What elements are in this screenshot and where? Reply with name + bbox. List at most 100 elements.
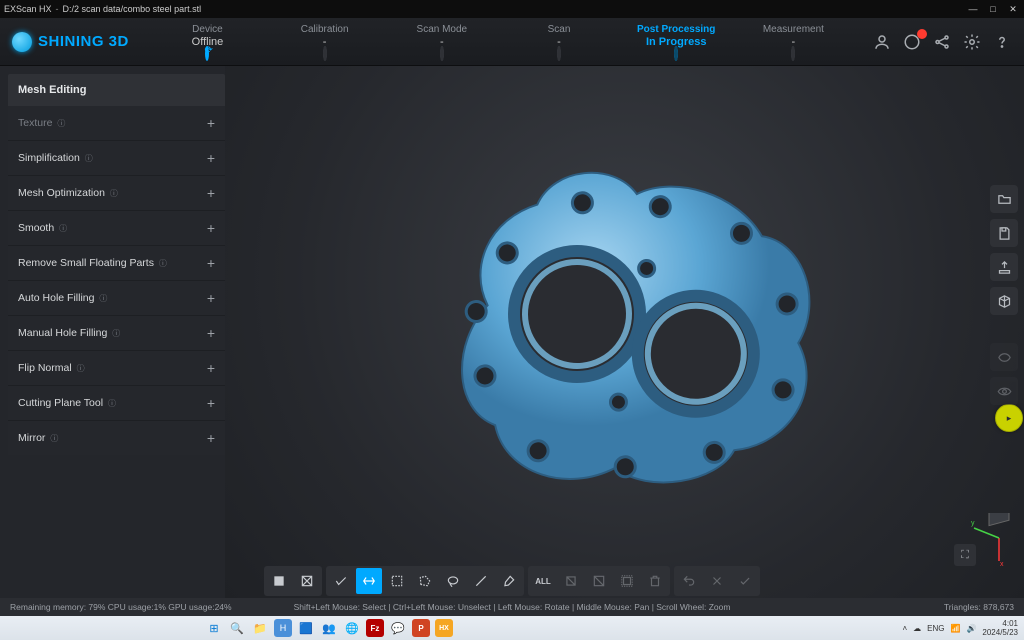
apply-button[interactable] (732, 568, 758, 594)
os-title-bar: EXScan HX - D:/2 scan data/combo steel p… (0, 0, 1024, 18)
help-icon[interactable] (992, 32, 1012, 52)
main-area: Mesh Editing Texture ⓘ+ Simplification ⓘ… (0, 66, 1024, 598)
step-scan[interactable]: Scan - (504, 24, 614, 59)
acc-flip-normal[interactable]: Flip Normal ⓘ+ (8, 350, 225, 385)
brand-logo-icon (12, 32, 32, 52)
deselect-button[interactable] (558, 568, 584, 594)
expand-icon: + (207, 185, 215, 201)
header-actions (872, 32, 1012, 52)
window-maximize-button[interactable]: □ (986, 2, 1000, 16)
expand-icon: + (207, 255, 215, 271)
info-icon: ⓘ (59, 224, 67, 233)
taskbar-scanner-icon[interactable]: HX (435, 619, 453, 637)
shade-solid-button[interactable] (266, 568, 292, 594)
3d-viewport[interactable]: y x ⛶ (225, 66, 1024, 598)
invert-selection-button[interactable] (586, 568, 612, 594)
grow-selection-button[interactable] (614, 568, 640, 594)
select-visible-button[interactable] (328, 568, 354, 594)
shade-wire-button[interactable] (294, 568, 320, 594)
acc-simplification[interactable]: Simplification ⓘ+ (8, 140, 225, 175)
expand-icon: + (207, 360, 215, 376)
taskbar-filezilla-icon[interactable]: Fz (366, 619, 384, 637)
settings-icon[interactable] (962, 32, 982, 52)
visibility-toggle-button[interactable] (990, 377, 1018, 405)
select-all-button[interactable]: ALL (530, 568, 556, 594)
acc-cutting-plane[interactable]: Cutting Plane Tool ⓘ+ (8, 385, 225, 420)
acc-manual-hole[interactable]: Manual Hole Filling ⓘ+ (8, 315, 225, 350)
expand-icon: + (207, 290, 215, 306)
select-through-button[interactable] (356, 568, 382, 594)
app-status-bar: Remaining memory: 79% CPU usage:1% GPU u… (0, 598, 1024, 616)
expand-icon: + (207, 115, 215, 131)
taskbar-explorer-icon[interactable]: 📁 (251, 619, 269, 637)
tray-wifi-icon[interactable]: 📶 (950, 624, 960, 633)
acc-texture[interactable]: Texture ⓘ+ (8, 106, 225, 140)
acc-remove-floating[interactable]: Remove Small Floating Parts ⓘ+ (8, 245, 225, 280)
expand-icon: + (207, 150, 215, 166)
expand-icon: + (207, 220, 215, 236)
step-measurement[interactable]: Measurement - (738, 24, 848, 59)
texture-toggle-button[interactable] (990, 343, 1018, 371)
taskbar-start-icon[interactable]: ⊞ (205, 619, 223, 637)
window-close-button[interactable]: ✕ (1006, 2, 1020, 16)
info-icon: ⓘ (159, 259, 167, 268)
viewport-toolbar: ALL (0, 564, 1024, 598)
brand-text: SHINING 3D (38, 33, 129, 50)
third-party-button[interactable] (990, 287, 1018, 315)
step-post-processing[interactable]: Post Processing In Progress (621, 24, 731, 59)
open-file-button[interactable] (990, 185, 1018, 213)
taskbar-chrome-icon[interactable]: 🌐 (343, 619, 361, 637)
acc-mirror[interactable]: Mirror ⓘ+ (8, 420, 225, 455)
step-scan-mode[interactable]: Scan Mode - (387, 24, 497, 59)
window-minimize-button[interactable]: — (966, 2, 980, 16)
scanned-mesh[interactable] (413, 132, 836, 511)
select-lasso-button[interactable] (440, 568, 466, 594)
taskbar-edge-icon[interactable]: 🟦 (297, 619, 315, 637)
acc-smooth[interactable]: Smooth ⓘ+ (8, 210, 225, 245)
mesh-editing-panel: Mesh Editing Texture ⓘ+ Simplification ⓘ… (0, 66, 225, 598)
tray-lang[interactable]: ENG (927, 624, 944, 633)
system-tray[interactable]: ˄ ☁ ENG 📶 🔊 4:01 2024/5/23 (902, 619, 1024, 637)
svg-text:y: y (971, 520, 975, 527)
acc-auto-hole[interactable]: Auto Hole Filling ⓘ+ (8, 280, 225, 315)
step-device[interactable]: Device Offline (152, 24, 262, 59)
new-badge-icon (917, 29, 927, 39)
step-dot-icon (674, 46, 678, 61)
step-dot-icon (323, 46, 327, 61)
select-brush-button[interactable] (496, 568, 522, 594)
taskbar-powerpoint-icon[interactable]: P (412, 619, 430, 637)
taskbar-app-icon[interactable]: H (274, 619, 292, 637)
save-file-button[interactable] (990, 219, 1018, 247)
info-icon: ⓘ (85, 154, 93, 163)
tray-date: 2024/5/23 (982, 628, 1018, 637)
app-name: EXScan HX (4, 4, 52, 14)
tray-cloud-icon[interactable]: ☁ (913, 624, 921, 633)
select-poly-button[interactable] (412, 568, 438, 594)
tray-chevron-icon[interactable]: ˄ (902, 624, 907, 633)
panel-title: Mesh Editing (8, 74, 225, 106)
file-path: D:/2 scan data/combo steel part.stl (63, 4, 202, 14)
select-line-button[interactable] (468, 568, 494, 594)
taskbar-teams-icon[interactable]: 👥 (320, 619, 338, 637)
app-header: SHINING 3D Device Offline Calibration - … (0, 18, 1024, 66)
share-icon[interactable] (932, 32, 952, 52)
step-calibration[interactable]: Calibration - (270, 24, 380, 59)
acc-mesh-optimization[interactable]: Mesh Optimization ⓘ+ (8, 175, 225, 210)
status-triangles: Triangles: 878,673 (944, 602, 1014, 612)
info-icon: ⓘ (50, 434, 58, 443)
notifications-icon[interactable] (902, 32, 922, 52)
select-rect-button[interactable] (384, 568, 410, 594)
export-button[interactable] (990, 253, 1018, 281)
fit-view-button[interactable]: ⛶ (954, 544, 976, 566)
expand-icon: + (207, 325, 215, 341)
workflow-stepper: Device Offline Calibration - Scan Mode -… (149, 24, 852, 59)
info-icon: ⓘ (110, 189, 118, 198)
delete-selection-button[interactable] (642, 568, 668, 594)
undo-button[interactable] (676, 568, 702, 594)
tray-volume-icon[interactable]: 🔊 (966, 624, 976, 633)
taskbar-wechat-icon[interactable]: 💬 (389, 619, 407, 637)
account-icon[interactable] (872, 32, 892, 52)
step-dot-icon (205, 46, 209, 61)
cancel-button[interactable] (704, 568, 730, 594)
taskbar-search-icon[interactable]: 🔍 (228, 619, 246, 637)
